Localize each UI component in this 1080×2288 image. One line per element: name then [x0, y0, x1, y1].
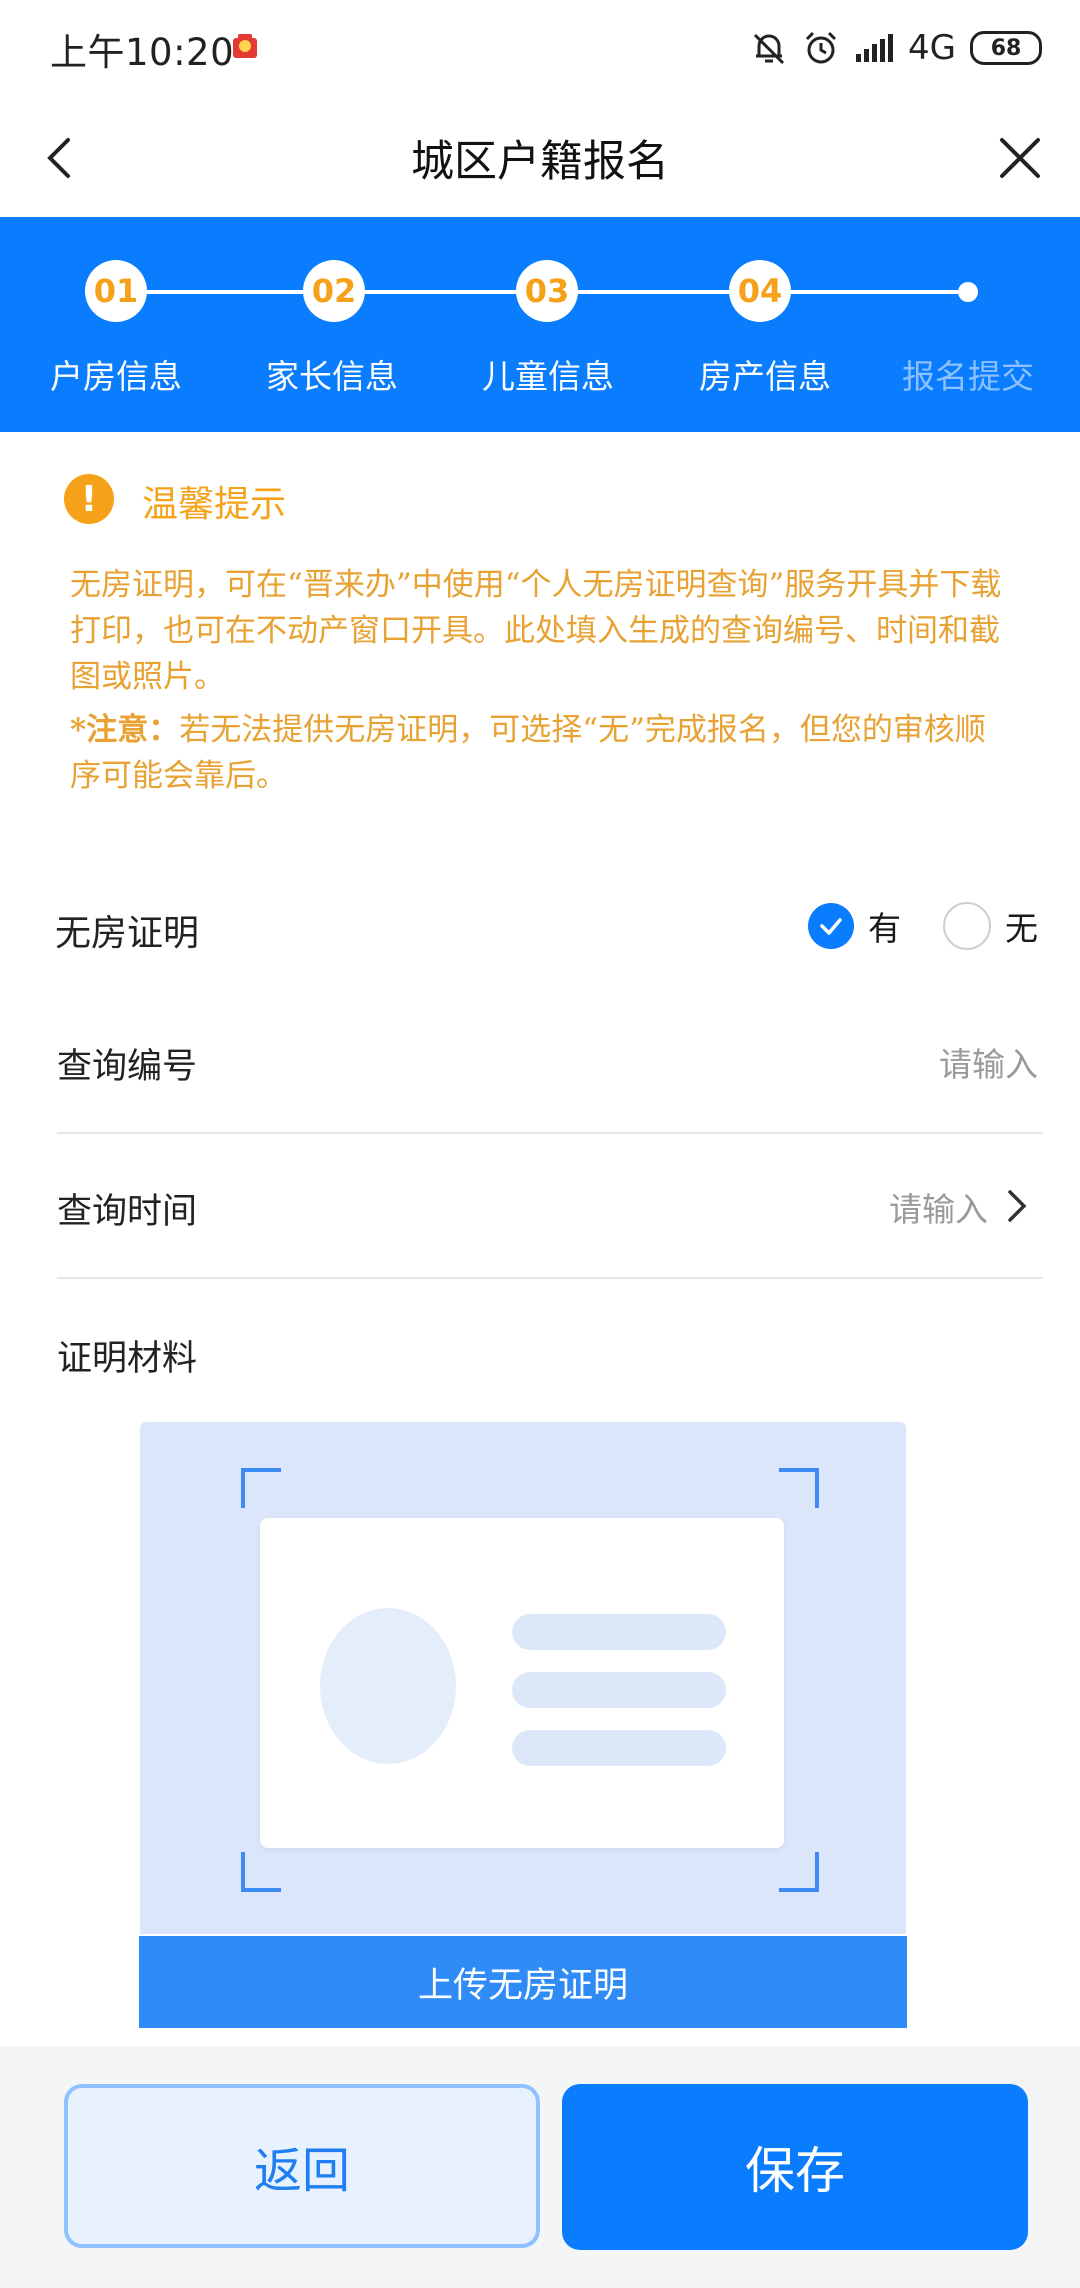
card-text-line: [512, 1730, 726, 1766]
back-button[interactable]: 返回: [64, 2084, 540, 2248]
scan-corner: [241, 1468, 281, 1508]
tips-title: 温馨提示: [142, 484, 287, 525]
radio-yes-label[interactable]: 有: [868, 902, 901, 950]
step-label-4: 房产信息: [699, 357, 831, 396]
alarm-icon: [802, 29, 840, 67]
tips-note-prefix: *注意：: [70, 712, 180, 748]
upload-cert-button[interactable]: 上传无房证明: [139, 1936, 907, 2028]
mute-bell-icon: [750, 29, 788, 67]
tips-note-text: 若无法提供无房证明，可选择“无”完成报名，但您的审核顺序可能会靠后。: [70, 712, 986, 794]
check-icon: [820, 918, 842, 935]
step-progress-bar: [0, 217, 1080, 432]
app-notification-icon: [230, 32, 260, 62]
no-house-cert-radio-group: 有 无: [808, 902, 1038, 950]
scan-corner: [779, 1468, 819, 1508]
tips-note: *注意：若无法提供无房证明，可选择“无”完成报名，但您的审核顺序可能会靠后。: [70, 707, 1010, 799]
scan-corner: [241, 1852, 281, 1892]
query-number-input[interactable]: 请输入: [939, 1038, 1038, 1086]
step-label-5: 报名提交: [902, 357, 1034, 396]
step-label-3: 儿童信息: [482, 357, 614, 396]
chevron-right-icon[interactable]: [996, 1186, 1036, 1226]
step-circle-4: 04: [729, 260, 791, 322]
query-time-label: 查询时间: [57, 1192, 198, 1232]
close-icon[interactable]: [990, 128, 1050, 188]
radio-yes[interactable]: [808, 903, 854, 949]
card-avatar-shape: [320, 1608, 456, 1764]
page-title: 城区户籍报名: [411, 137, 669, 187]
divider: [57, 1132, 1043, 1134]
network-type: 4G: [908, 28, 956, 68]
warning-icon: !: [64, 474, 114, 524]
step-label-2: 家长信息: [266, 357, 398, 396]
tips-text: 无房证明，可在“晋来办”中使用“个人无房证明查询”服务开具并下载打印，也可在不动…: [70, 567, 1002, 695]
no-house-cert-label: 无房证明: [55, 913, 200, 954]
radio-no[interactable]: [943, 902, 991, 950]
step-circle-3: 03: [516, 260, 578, 322]
status-icons: 4G 68: [750, 26, 1042, 70]
material-label: 证明材料: [57, 1339, 198, 1379]
query-number-label: 查询编号: [57, 1047, 198, 1087]
step-label-1: 户房信息: [50, 357, 182, 396]
radio-no-label[interactable]: 无: [1005, 902, 1038, 950]
signal-icon: [854, 32, 894, 64]
status-time: 上午10:20: [50, 31, 235, 74]
step-dot-5: [958, 282, 978, 302]
card-text-line: [512, 1672, 726, 1708]
save-button[interactable]: 保存: [562, 2084, 1028, 2250]
battery-indicator: 68: [970, 31, 1042, 65]
scan-corner: [779, 1852, 819, 1892]
step-circle-1: 01: [85, 260, 147, 322]
query-time-input[interactable]: 请输入: [889, 1183, 988, 1231]
step-circle-2: 02: [303, 260, 365, 322]
divider: [57, 1277, 1043, 1279]
card-text-line: [512, 1614, 726, 1650]
